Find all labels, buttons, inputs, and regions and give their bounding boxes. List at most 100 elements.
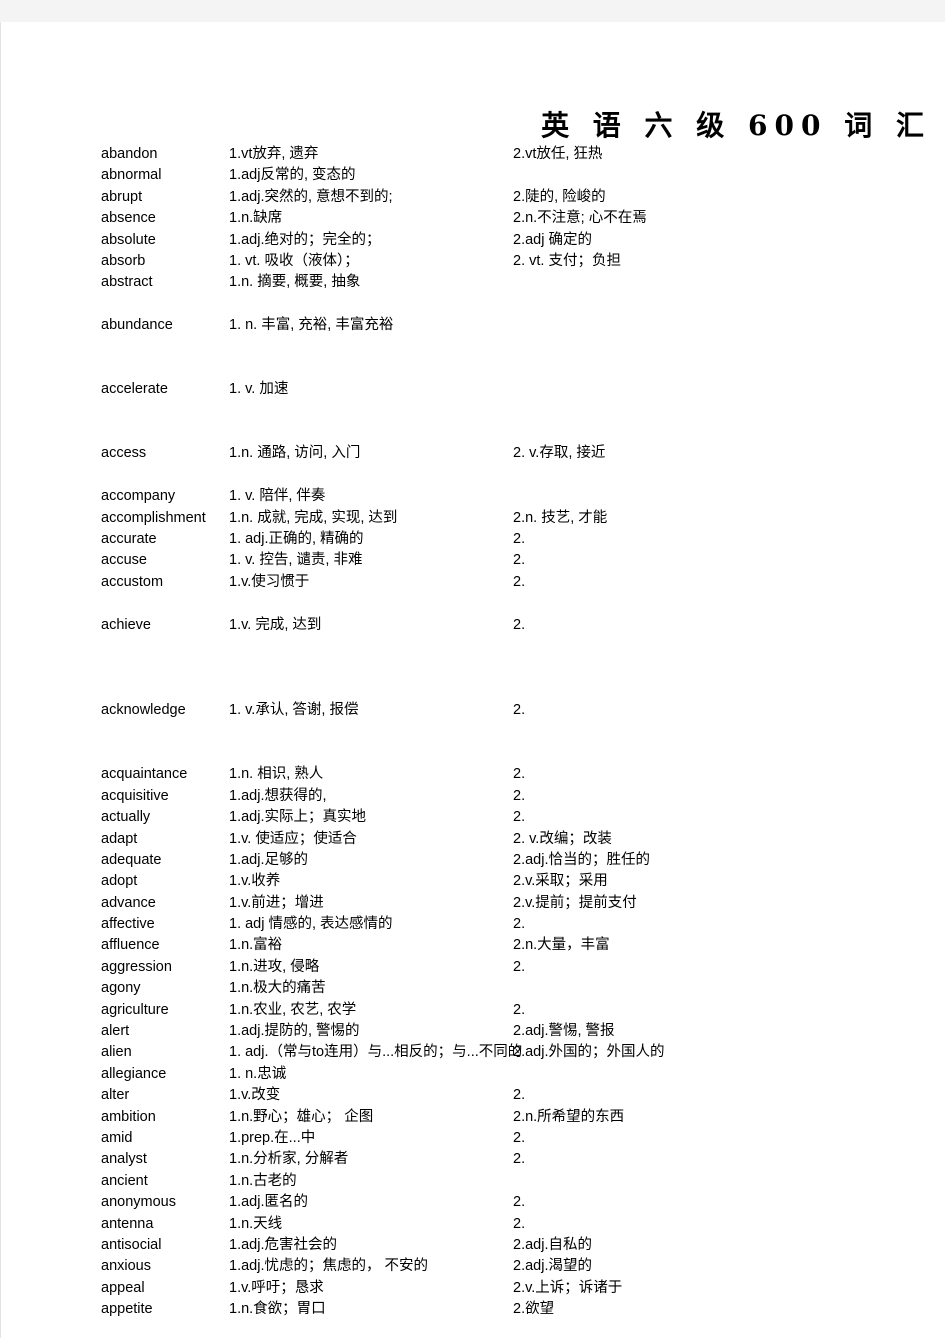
vocabulary-row: adopt 1.v.收养 2.v.采取；采用 <box>101 871 931 892</box>
word-term: agriculture <box>101 1001 169 1018</box>
vocabulary-row: adequate 1.adj.足够的 2.adj.恰当的；胜任的 <box>101 850 931 871</box>
vocabulary-row: abundance 1. n. 丰富, 充裕, 丰富充裕 <box>101 315 931 336</box>
vocabulary-row: appeal 1.v.呼吁；恳求 2.v.上诉；诉诸于 <box>101 1278 931 1299</box>
word-definition-secondary: 2. v.存取, 接近 <box>513 445 606 462</box>
word-definition-primary: 1.v.前进；增进 <box>229 894 324 911</box>
word-definition-primary: 1.adj.突然的, 意想不到的; <box>229 188 393 205</box>
word-definition-secondary: 2.adj 确定的 <box>513 231 592 248</box>
word-term: abstract <box>101 274 153 291</box>
vocabulary-row: antenna 1.n.天线 2. <box>101 1214 931 1235</box>
word-definition-primary: 1. vt. 吸收（液体）； <box>229 252 359 269</box>
word-definition-primary: 1.adj.提防的, 警惕的 <box>229 1023 360 1040</box>
vocabulary-row: ambition 1.n.野心；雄心； 企图 2.n.所希望的东西 <box>101 1107 931 1128</box>
word-definition-primary: 1.prep.在...中 <box>229 1129 316 1146</box>
vocabulary-row: alien 1. adj.（常与to连用）与...相反的；与...不同的 2.adj… <box>101 1042 931 1063</box>
word-term: abrupt <box>101 188 143 205</box>
word-definition-primary: 1.n.分析家, 分解者 <box>229 1151 349 1168</box>
row-spacer <box>101 465 931 486</box>
word-definition-primary: 1.adj.匿名的 <box>229 1194 308 1211</box>
vocabulary-row: abnormal 1.adj反常的, 变态的 <box>101 165 931 186</box>
row-spacer <box>101 422 931 443</box>
word-term: anxious <box>101 1258 151 1275</box>
word-definition-primary: 1.n. 相识, 熟人 <box>229 766 324 783</box>
word-definition-primary: 1.v.呼吁；恳求 <box>229 1279 324 1296</box>
word-definition-primary: 1. adj 情感的, 表达感情的 <box>229 916 393 933</box>
word-term: appeal <box>101 1279 145 1296</box>
word-term: ambition <box>101 1108 156 1125</box>
word-definition-primary: 1.adj反常的, 变态的 <box>229 167 356 184</box>
vocabulary-row: acquisitive 1.adj.想获得的, 2. <box>101 786 931 807</box>
word-definition-secondary: 2. <box>513 702 526 719</box>
row-spacer <box>101 337 931 358</box>
vocabulary-row: agony 1.n.极大的痛苦 <box>101 978 931 999</box>
vocabulary-row: allegiance 1. n.忠诚 <box>101 1064 931 1085</box>
word-term: agony <box>101 980 141 997</box>
word-definition-primary: 1.n.农业, 农艺, 农学 <box>229 1001 357 1018</box>
word-term: advance <box>101 894 156 911</box>
word-definition-primary: 1. adj.正确的, 精确的 <box>229 531 364 548</box>
word-term: actually <box>101 809 151 826</box>
word-term: access <box>101 445 147 462</box>
word-definition-primary: 1. n. 丰富, 充裕, 丰富充裕 <box>229 317 394 334</box>
word-definition-primary: 1.n.野心；雄心； 企图 <box>229 1108 374 1125</box>
word-definition-primary: 1. v.承认, 答谢, 报偿 <box>229 702 359 719</box>
word-definition-primary: 1.adj.绝对的；完全的； <box>229 231 381 248</box>
vocabulary-row: agriculture 1.n.农业, 农艺, 农学 2. <box>101 1000 931 1021</box>
vocabulary-row: abrupt 1.adj.突然的, 意想不到的; 2.陡的, 险峻的 <box>101 187 931 208</box>
word-definition-secondary: 2.v.上诉；诉诸于 <box>513 1279 623 1296</box>
word-definition-primary: 1.n. 通路, 访问, 入门 <box>229 445 361 462</box>
vocabulary-row: anonymous 1.adj.匿名的 2. <box>101 1192 931 1213</box>
word-definition-primary: 1. adj.（常与to连用）与...相反的；与...不同的 <box>229 1044 523 1061</box>
word-definition-secondary: 2. <box>513 958 526 975</box>
vocabulary-row: acquaintance 1.n. 相识, 熟人 2. <box>101 764 931 785</box>
word-definition-secondary: 2. <box>513 616 526 633</box>
word-definition-secondary: 2.欲望 <box>513 1301 555 1318</box>
word-definition-secondary: 2. v.改编；改装 <box>513 830 612 847</box>
row-spacer <box>101 743 931 764</box>
word-term: alert <box>101 1023 130 1040</box>
word-definition-secondary: 2. <box>513 1129 526 1146</box>
word-definition-secondary: 2.adj.渴望的 <box>513 1258 592 1275</box>
word-definition-primary: 1.n.缺席 <box>229 210 283 227</box>
vocabulary-row: achieve 1.v. 完成, 达到 2. <box>101 615 931 636</box>
vocabulary-row: affluence 1.n.富裕 2.n.大量，丰富 <box>101 935 931 956</box>
word-definition-secondary: 2.n.大量，丰富 <box>513 937 610 954</box>
word-definition-secondary: 2. <box>513 573 526 590</box>
vocabulary-row: abstract 1.n. 摘要, 概要, 抽象 <box>101 272 931 293</box>
word-term: accomplishment <box>101 509 206 526</box>
vocabulary-row: accomplishment 1.n. 成就, 完成, 实现, 达到 2.n. 技艺… <box>101 508 931 529</box>
word-definition-primary: 1.v.改变 <box>229 1087 281 1104</box>
word-definition-secondary: 2. <box>513 1087 526 1104</box>
word-definition-primary: 1.adj.足够的 <box>229 851 308 868</box>
word-term: adapt <box>101 830 138 847</box>
vocabulary-row: aggression 1.n.进攻, 侵略 2. <box>101 957 931 978</box>
word-term: acknowledge <box>101 702 186 719</box>
word-definition-primary: 1.n.极大的痛苦 <box>229 980 326 997</box>
row-spacer <box>101 401 931 422</box>
word-term: absence <box>101 210 156 227</box>
row-spacer <box>101 636 931 657</box>
word-definition-secondary: 2.陡的, 险峻的 <box>513 188 606 205</box>
vocabulary-row: absorb 1. vt. 吸收（液体）； 2. vt. 支付；负担 <box>101 251 931 272</box>
word-definition-secondary: 2. <box>513 1001 526 1018</box>
vocabulary-row: appetite 1.n.食欲；胃口 2.欲望 <box>101 1299 931 1320</box>
word-term: accurate <box>101 531 157 548</box>
word-term: adequate <box>101 851 162 868</box>
word-term: antenna <box>101 1215 154 1232</box>
word-definition-secondary: 2. <box>513 1194 526 1211</box>
row-spacer <box>101 593 931 614</box>
document-page: 英 语 六 级 600 词 汇 abandon 1.vt放弃, 遗弃 2.vt放任,… <box>0 22 945 1338</box>
vocabulary-row: accurate 1. adj.正确的, 精确的 2. <box>101 529 931 550</box>
vocabulary-row: accuse 1. v. 控告, 谴责, 非难 2. <box>101 550 931 571</box>
vocabulary-row: alter 1.v.改变 2. <box>101 1085 931 1106</box>
word-definition-secondary: 2.v.采取；采用 <box>513 873 608 890</box>
vocabulary-row: actually 1.adj.实际上；真实地 2. <box>101 807 931 828</box>
word-definition-secondary: 2. <box>513 787 526 804</box>
word-definition-secondary: 2.v.提前；提前支付 <box>513 894 637 911</box>
row-spacer <box>101 294 931 315</box>
word-definition-primary: 1.vt放弃, 遗弃 <box>229 146 319 162</box>
page-title: 英 语 六 级 600 词 汇 <box>541 109 931 142</box>
vocabulary-row: accustom 1.v.使习惯于 2. <box>101 572 931 593</box>
word-definition-secondary: 2. <box>513 1215 526 1232</box>
word-definition-secondary: 2. <box>513 552 526 569</box>
